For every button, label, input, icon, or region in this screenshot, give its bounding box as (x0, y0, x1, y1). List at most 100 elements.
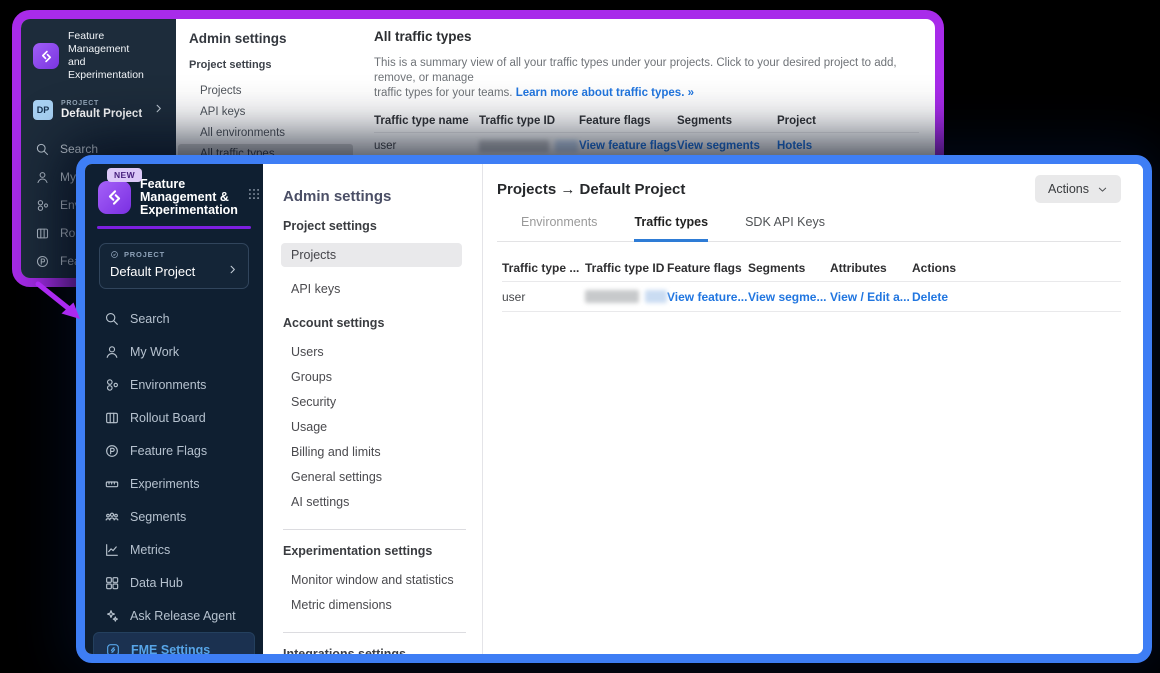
sidebar-item-label: Segments (130, 510, 186, 524)
rollout-board-icon (104, 410, 120, 426)
traffic-type-id-cell (585, 282, 667, 311)
admin-item-api-keys[interactable]: API keys (263, 277, 482, 302)
data-hub-icon (104, 575, 120, 591)
admin-item-groups[interactable]: Groups (263, 365, 482, 390)
view-edit-attributes-link[interactable]: View / Edit a... (830, 290, 910, 304)
tab-environments[interactable]: Environments (521, 215, 597, 241)
front-admin-settings-panel: Admin settings Project settings Projects… (263, 164, 483, 654)
sidebar-item-label: Rollout Board (130, 411, 206, 425)
admin-item-ai-settings[interactable]: AI settings (263, 490, 482, 515)
sidebar-item-my-work[interactable]: My Work (85, 335, 263, 368)
redacted-id (479, 140, 549, 152)
back-app-title: Feature Management and Experimentation (68, 30, 164, 82)
sidebar-item-rollout-board[interactable]: Rollout Board (85, 401, 263, 434)
rollout-board-icon (35, 226, 50, 241)
sidebar-item-ask-release-agent[interactable]: Ask Release Agent (85, 599, 263, 632)
front-project-selector[interactable]: PROJECT Default Project (99, 243, 249, 289)
sidebar-item-search[interactable]: Search (85, 302, 263, 335)
sidebar-item-label: Search (60, 142, 98, 156)
actions-button[interactable]: Actions (1035, 175, 1121, 203)
sidebar-item-label: Metrics (130, 543, 170, 557)
description-line: This is a summary view of all your traff… (374, 57, 897, 84)
chevron-right-icon (153, 101, 164, 119)
section-heading: Experimentation settings (283, 544, 482, 558)
column-header: Traffic type ID (585, 255, 667, 281)
table-header-row: Traffic type name Traffic type ID Featur… (374, 110, 919, 132)
app-switcher-grid-icon[interactable] (247, 187, 261, 206)
column-header: Attributes (830, 255, 912, 281)
desktop-background: Feature Management and Experimentation D… (0, 0, 1160, 673)
column-header: Segments (677, 110, 777, 132)
tab-traffic-types[interactable]: Traffic types (634, 215, 708, 242)
project-circle-icon (110, 250, 119, 259)
project-name: Default Project (61, 108, 142, 120)
section-heading: Project settings (189, 59, 358, 71)
admin-item-api-keys[interactable]: API keys (178, 102, 353, 122)
view-feature-flags-link[interactable]: View feature flags (579, 140, 677, 152)
admin-item-monitor-window[interactable]: Monitor window and statistics (263, 568, 482, 593)
project-badge: DP (33, 100, 53, 120)
search-icon (35, 142, 50, 157)
view-feature-flags-link[interactable]: View feature... (667, 290, 747, 304)
sidebar-item-metrics[interactable]: Metrics (85, 533, 263, 566)
section-heading: Account settings (283, 316, 482, 330)
sidebar-item-label: Ask Release Agent (130, 609, 236, 623)
app-title-line: Experimentation (140, 204, 238, 217)
view-segments-link[interactable]: View segments (677, 140, 760, 152)
front-sidebar-nav: Search My Work Environments Rollout Boar… (85, 302, 263, 663)
column-header: Feature flags (667, 255, 748, 281)
redacted-id (585, 290, 639, 303)
redacted-id (645, 290, 667, 303)
fme-logo-icon (33, 43, 59, 69)
new-badge: NEW (107, 168, 142, 182)
column-header: Traffic type ID (479, 110, 579, 132)
sidebar-item-fme-settings[interactable]: FME Settings (93, 632, 255, 663)
admin-item-usage[interactable]: Usage (263, 415, 482, 440)
divider (283, 529, 466, 530)
view-segments-link[interactable]: View segme... (748, 290, 827, 304)
sidebar-item-label: FME Settings (131, 643, 210, 657)
tab-sdk-api-keys[interactable]: SDK API Keys (745, 215, 825, 241)
admin-item-all-environments[interactable]: All environments (178, 123, 353, 143)
annotation-arrow (30, 278, 92, 328)
project-link[interactable]: Hotels (777, 140, 812, 152)
admin-item-security[interactable]: Security (263, 390, 482, 415)
sidebar-item-experiments[interactable]: Experiments (85, 467, 263, 500)
chevron-right-icon (227, 262, 238, 280)
column-header: Actions (912, 255, 1121, 281)
admin-item-projects[interactable]: Projects (178, 81, 353, 101)
metrics-icon (104, 542, 120, 558)
sidebar-item-environments[interactable]: Environments (85, 368, 263, 401)
feature-flags-icon (35, 254, 50, 269)
back-project-selector[interactable]: DP PROJECT Default Project (21, 91, 176, 129)
traffic-types-table: Traffic type ... Traffic type ID Feature… (497, 255, 1121, 312)
page-title: All traffic types (374, 29, 919, 44)
admin-item-projects[interactable]: Projects (281, 243, 462, 267)
sidebar-item-label: Search (130, 312, 170, 326)
front-main-content: Projects → Default Project Actions Envir… (483, 164, 1143, 654)
breadcrumb: Projects → Default Project (497, 181, 685, 198)
environments-icon (104, 377, 120, 393)
fme-settings-icon (105, 642, 121, 658)
tab-bar: Environments Traffic types SDK API Keys (497, 215, 1121, 242)
sidebar-item-feature-flags[interactable]: Feature Flags (85, 434, 263, 467)
page-header: Projects → Default Project Actions (497, 164, 1121, 203)
admin-item-general-settings[interactable]: General settings (263, 465, 482, 490)
sidebar-item-label: Experiments (130, 477, 199, 491)
project-label: PROJECT (124, 250, 165, 259)
column-header: Traffic type ... (502, 255, 585, 281)
experiments-icon (104, 476, 120, 492)
sidebar-item-segments[interactable]: Segments (85, 500, 263, 533)
column-header: Traffic type name (374, 110, 479, 132)
divider (283, 632, 466, 633)
delete-link[interactable]: Delete (912, 290, 948, 304)
admin-item-metric-dimensions[interactable]: Metric dimensions (263, 593, 482, 618)
learn-more-link[interactable]: Learn more about traffic types. » (516, 87, 694, 99)
section-heading: Project settings (283, 219, 482, 233)
project-name: Default Project (110, 264, 195, 279)
search-icon (104, 311, 120, 327)
admin-item-billing-and-limits[interactable]: Billing and limits (263, 440, 482, 465)
sidebar-item-data-hub[interactable]: Data Hub (85, 566, 263, 599)
admin-item-users[interactable]: Users (263, 340, 482, 365)
column-header: Feature flags (579, 110, 677, 132)
